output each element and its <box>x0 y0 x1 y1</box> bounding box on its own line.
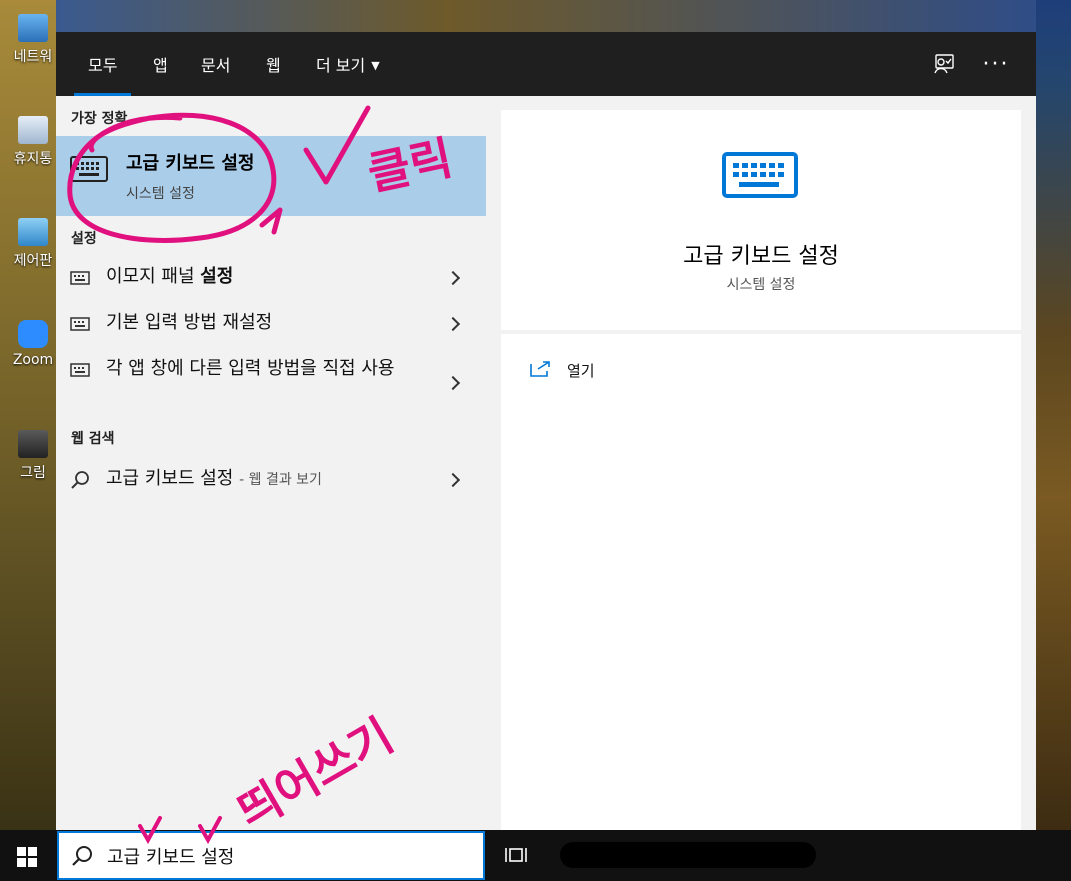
preview-actions: 열기 <box>501 334 1021 830</box>
picture-icon <box>18 430 48 458</box>
search-input[interactable] <box>107 841 467 871</box>
control-panel-icon <box>18 218 48 246</box>
keyboard-icon <box>722 152 798 198</box>
more-icon[interactable]: ··· <box>982 50 1010 78</box>
web-search-suffix: - 웹 결과 보기 <box>239 472 322 488</box>
search-icon <box>71 471 89 489</box>
keyboard-icon <box>70 156 108 182</box>
tab-label: 더 보기 <box>316 56 366 75</box>
tab-label: 문서 <box>201 56 231 75</box>
best-match-title: 고급 키보드 설정 <box>126 153 255 174</box>
taskbar <box>0 830 1071 881</box>
tab-apps[interactable]: 앱 <box>153 52 168 96</box>
keyboard-icon <box>70 271 90 285</box>
redacted-taskbar-apps <box>560 842 816 868</box>
results-list: 가장 정확 고급 키보드 설정 시스템 설정 설정 이모지 패널 설정 기본 입… <box>56 96 486 830</box>
desktop-icon-label: 휴지통 <box>13 151 53 167</box>
chevron-right-icon <box>445 316 461 332</box>
desktop-icon-recycle-bin[interactable]: 휴지통 <box>8 116 58 168</box>
tab-label: 웹 <box>266 56 281 75</box>
desktop-icon-label: 그림 <box>20 465 46 481</box>
tab-web[interactable]: 웹 <box>266 52 281 96</box>
best-match-header: 가장 정확 <box>71 111 128 127</box>
web-search-label: 고급 키보드 설정 <box>106 468 234 489</box>
tab-more[interactable]: 더 보기 ▼ <box>316 52 380 96</box>
preview-title: 고급 키보드 설정 <box>683 244 839 269</box>
settings-item-label-bold: 설정 <box>200 266 234 287</box>
best-match-item[interactable]: 고급 키보드 설정 시스템 설정 <box>56 136 486 216</box>
web-search-header: 웹 검색 <box>71 431 115 447</box>
desktop-icon-picture[interactable]: 그림 <box>8 430 58 482</box>
recycle-bin-icon <box>18 116 48 144</box>
chevron-right-icon <box>445 375 461 391</box>
open-external-icon <box>530 361 550 377</box>
preview-pane: 고급 키보드 설정 시스템 설정 열기 <box>501 110 1021 830</box>
desktop-icon-control-panel[interactable]: 제어판 <box>8 218 58 270</box>
zoom-icon <box>18 320 48 348</box>
desktop-icon-network[interactable]: 네트워 <box>8 14 58 66</box>
open-label: 열기 <box>567 362 595 380</box>
preview-header: 고급 키보드 설정 시스템 설정 <box>501 110 1021 330</box>
tab-all[interactable]: 모두 <box>73 52 133 96</box>
settings-item-label: 각 앱 창에 다른 입력 방법을 직접 사용 <box>106 358 395 379</box>
feedback-icon[interactable] <box>930 50 958 78</box>
settings-item-reset-input[interactable]: 기본 입력 방법 재설정 <box>56 308 486 340</box>
tab-documents[interactable]: 문서 <box>201 52 230 96</box>
caret-down-icon: ▼ <box>371 59 380 72</box>
keyboard-icon <box>70 363 90 377</box>
desktop-icon-label: 제어판 <box>13 253 53 269</box>
settings-item-emoji-panel[interactable]: 이모지 패널 설정 <box>56 262 486 294</box>
network-icon <box>18 14 48 42</box>
settings-header: 설정 <box>71 231 97 247</box>
desktop-icon-label: 네트워 <box>13 49 53 65</box>
settings-item-label: 이모지 패널 <box>106 266 201 287</box>
desktop-icon-label: Zoom <box>12 352 54 368</box>
settings-item-per-app-input[interactable]: 각 앱 창에 다른 입력 방법을 직접 사용 <box>56 354 486 410</box>
search-tabs-bar: 모두 앱 문서 웹 더 보기 ▼ ··· <box>56 32 1036 96</box>
settings-item-label: 기본 입력 방법 재설정 <box>106 312 273 333</box>
chevron-right-icon <box>445 270 461 286</box>
desktop-wallpaper-top <box>56 0 1036 32</box>
windows-start-icon[interactable] <box>16 846 38 868</box>
preview-subtitle: 시스템 설정 <box>726 277 796 293</box>
taskbar-search-box[interactable] <box>57 831 485 880</box>
best-match-subtitle: 시스템 설정 <box>126 186 195 202</box>
desktop-icon-zoom[interactable]: Zoom <box>8 320 58 368</box>
web-search-item[interactable]: 고급 키보드 설정 - 웹 결과 보기 <box>56 464 486 496</box>
desktop-wallpaper-right <box>1036 0 1071 830</box>
search-panel: 모두 앱 문서 웹 더 보기 ▼ ··· 가장 정확 고급 키보드 설정 시스템… <box>56 32 1036 830</box>
keyboard-icon <box>70 317 90 331</box>
task-view-icon[interactable] <box>505 844 527 866</box>
tab-label: 앱 <box>153 56 168 75</box>
search-icon <box>72 846 92 866</box>
chevron-right-icon <box>445 472 461 488</box>
tab-label: 모두 <box>88 56 118 75</box>
